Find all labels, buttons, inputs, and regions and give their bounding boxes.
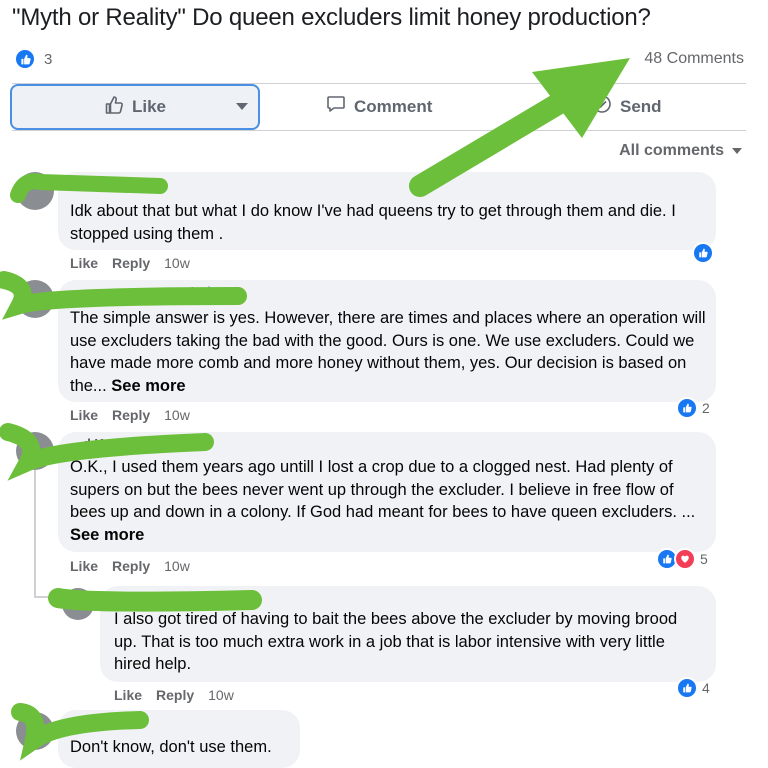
comment-timestamp[interactable]: 10w (164, 255, 190, 271)
thread-line (34, 470, 36, 598)
thumbs-up-icon (16, 50, 34, 68)
like-button[interactable]: Like (10, 84, 260, 130)
comment-text: The simple answer is yes. However, there… (70, 307, 710, 397)
comment-sort-label: All comments (619, 142, 724, 159)
avatar[interactable] (16, 712, 54, 750)
avatar[interactable] (16, 172, 54, 210)
author-badge: Author (188, 284, 227, 299)
comment-reactions[interactable] (692, 242, 714, 264)
comment-like-link[interactable]: Like (114, 687, 142, 703)
thread-line (34, 596, 56, 598)
comment-text-body: O.K., I used them years ago untill I los… (70, 458, 696, 521)
comment-reply-link[interactable]: Reply (112, 558, 150, 574)
comment-author[interactable]: ...n (118, 714, 137, 729)
see-more-link[interactable]: See more (111, 377, 185, 395)
comment-reply-link[interactable]: Reply (112, 407, 150, 423)
comment-timestamp[interactable]: 10w (208, 687, 234, 703)
heart-icon (674, 548, 696, 570)
comment-reply-link[interactable]: Reply (112, 255, 150, 271)
chevron-down-icon (732, 148, 742, 154)
comment-meta: Like Reply 10w (70, 407, 190, 423)
thumbs-up-icon (692, 242, 714, 264)
divider (12, 130, 746, 131)
comment-button[interactable]: Comment (326, 94, 432, 119)
comment-bubble: Idk about that but what I do know I've h… (58, 172, 716, 250)
send-button-label: Send (620, 96, 662, 116)
reaction-summary[interactable]: 3 (16, 50, 52, 68)
comment-icon (326, 94, 346, 119)
comment-reply-link[interactable]: Reply (156, 687, 194, 703)
avatar[interactable] (16, 432, 54, 470)
comment-reactions[interactable]: 4 (676, 677, 710, 699)
comment-text: Don't know, don't use them. (70, 738, 272, 756)
thumbs-up-icon (676, 677, 698, 699)
comment-author[interactable]: ...d Kretschmann (72, 436, 177, 451)
comment-timestamp[interactable]: 10w (164, 558, 190, 574)
thumbs-up-outline-icon (104, 95, 124, 120)
send-icon (592, 94, 612, 119)
reaction-count: 5 (700, 551, 708, 567)
comment-bubble: ...d Kretschmann O.K., I used them years… (58, 432, 716, 552)
comment-reactions[interactable]: 5 (656, 548, 708, 570)
send-button[interactable]: Send (592, 94, 662, 119)
thumbs-up-icon (676, 397, 698, 419)
comment-bubble: I also got tired of having to bait the b… (100, 586, 716, 682)
comment-like-link[interactable]: Like (70, 255, 98, 271)
action-bar: Like Comment Send (10, 84, 746, 130)
like-button-label: Like (131, 97, 167, 116)
comment-bubble: ...n Don't know, don't use them. (58, 710, 300, 768)
comment-bubble: Author The simple answer is yes. However… (58, 280, 716, 402)
reaction-count: 2 (702, 400, 710, 416)
comment-sort-dropdown[interactable]: All comments (619, 142, 742, 160)
avatar[interactable] (62, 588, 94, 620)
comment-meta: Like Reply 10w (70, 558, 190, 574)
comment-reactions[interactable]: 2 (676, 397, 710, 419)
like-count: 3 (44, 50, 53, 68)
comment-meta: Like Reply 10w (70, 255, 190, 271)
comment-text: I also got tired of having to bait the b… (114, 610, 678, 673)
chevron-down-icon[interactable] (236, 103, 248, 110)
post-title: "Myth or Reality" Do queen excluders lim… (12, 4, 651, 31)
comment-meta: Like Reply 10w (114, 687, 234, 703)
comment-button-label: Comment (354, 96, 433, 116)
comment-text: O.K., I used them years ago untill I los… (70, 456, 710, 546)
see-more-link[interactable]: See more (70, 526, 144, 544)
comments-count-link[interactable]: 48 Comments (644, 50, 744, 68)
comment-like-link[interactable]: Like (70, 558, 98, 574)
comment-text: Idk about that but what I do know I've h… (70, 202, 676, 243)
reaction-count: 4 (702, 680, 710, 696)
comment-like-link[interactable]: Like (70, 407, 98, 423)
comment-timestamp[interactable]: 10w (164, 407, 190, 423)
avatar[interactable] (16, 280, 54, 318)
